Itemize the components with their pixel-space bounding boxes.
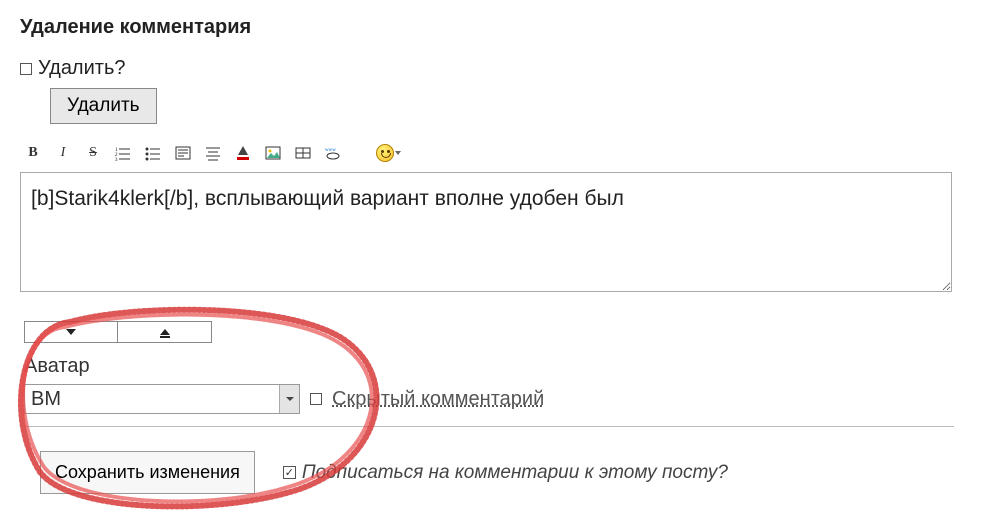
svg-text:3: 3	[115, 158, 118, 161]
bold-icon[interactable]: B	[24, 145, 42, 161]
align-icon[interactable]	[204, 145, 222, 161]
save-button[interactable]: Сохранить изменения	[40, 451, 255, 494]
select-dropdown-button[interactable]	[279, 385, 299, 413]
subscribe-checkbox[interactable]: ✓	[283, 466, 296, 479]
delete-question-label: Удалить?	[38, 57, 125, 80]
delete-button[interactable]: Удалить	[50, 88, 157, 124]
avatar-label: Аватар	[24, 355, 967, 378]
subscribe-label: Подписаться на комментарии к этому посту…	[302, 462, 728, 484]
hidden-comment-checkbox[interactable]	[310, 393, 322, 405]
delete-checkbox[interactable]	[20, 63, 32, 75]
ordered-list-icon[interactable]: 123	[114, 145, 132, 161]
delete-question-row: Удалить?	[20, 57, 967, 80]
table-icon[interactable]	[294, 145, 312, 161]
strike-icon[interactable]: S	[84, 145, 102, 161]
sort-up-button[interactable]	[118, 321, 212, 343]
image-icon[interactable]	[264, 145, 282, 161]
color-icon[interactable]	[234, 145, 252, 161]
svg-text:www: www	[325, 148, 336, 153]
divider	[24, 426, 954, 427]
link-icon[interactable]: www	[324, 145, 342, 161]
comment-textarea[interactable]	[20, 172, 952, 292]
chevron-down-icon	[395, 151, 401, 155]
unordered-list-icon[interactable]	[144, 145, 162, 161]
sort-down-button[interactable]	[24, 321, 118, 343]
avatar-select[interactable]: ВМ	[24, 384, 300, 414]
chevron-down-icon	[286, 397, 294, 401]
page-title: Удаление комментария	[20, 16, 967, 39]
quote-icon[interactable]	[174, 145, 192, 161]
avatar-selected-value: ВМ	[25, 388, 279, 411]
smiley-icon[interactable]	[376, 144, 401, 162]
sort-arrows	[24, 321, 967, 343]
hidden-comment-label[interactable]: Скрытый комментарий	[332, 388, 544, 411]
italic-icon[interactable]: I	[54, 145, 72, 161]
eject-icon	[160, 329, 170, 335]
editor-toolbar: B I S 123 www	[20, 142, 967, 172]
triangle-down-icon	[66, 329, 76, 335]
